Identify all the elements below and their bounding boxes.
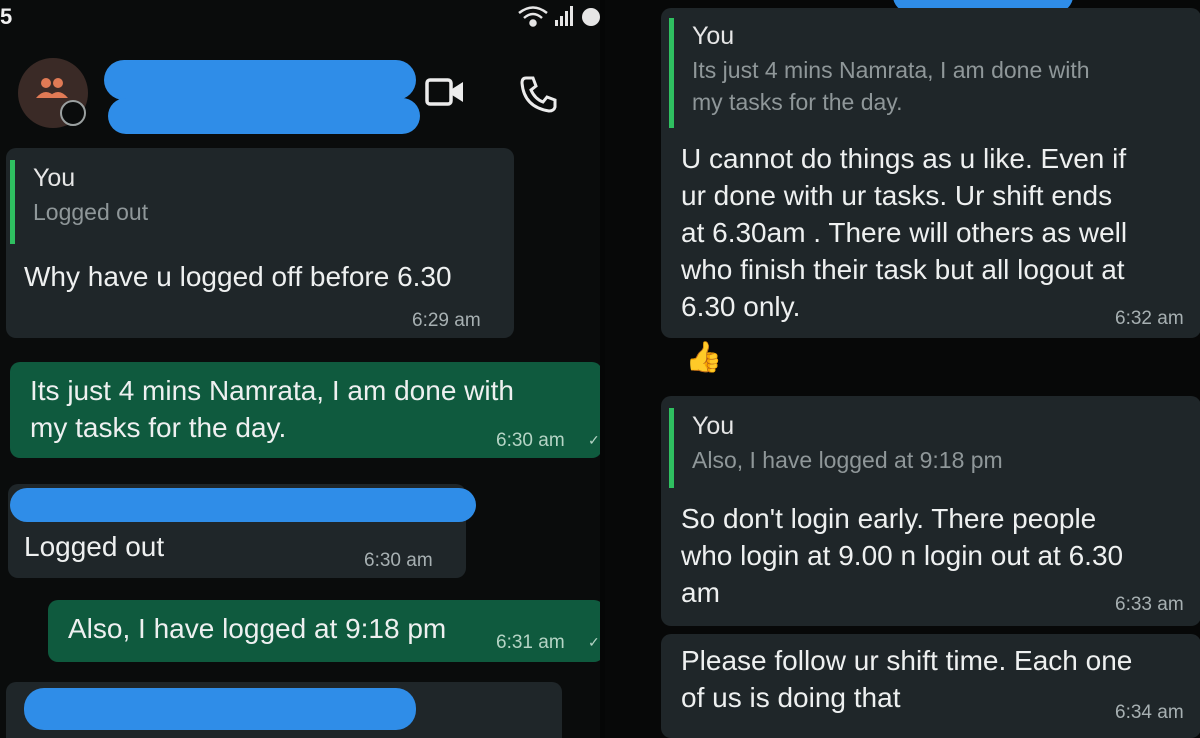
message-time: 6:33 am xyxy=(1115,594,1184,615)
message-bubble[interactable]: You Its just 4 mins Namrata, I am done w… xyxy=(661,8,1200,338)
message-text: Please follow ur shift time. Each one of… xyxy=(681,645,1133,713)
message-text: Logged out xyxy=(24,531,165,562)
group-avatar-icon xyxy=(36,78,68,98)
read-receipt-icon: ✓ xyxy=(588,634,600,650)
quote-text: Logged out xyxy=(33,199,149,225)
message-text: U cannot do things as u like. Even if ur… xyxy=(681,143,1128,322)
message-bubble[interactable]: You Logged out Why have u logged off bef… xyxy=(6,148,514,338)
message-time: 6:31 am xyxy=(496,632,565,653)
message-bubble[interactable]: Also, I have logged at 9:18 pm 6:31 am ✓ xyxy=(48,600,604,662)
quote-author: You xyxy=(692,412,735,440)
quote-author: You xyxy=(33,164,76,192)
message-time: 6:32 am xyxy=(1115,308,1184,329)
status-time: 5 xyxy=(0,4,13,29)
message-text: So don't login early. There people who l… xyxy=(681,503,1124,608)
quote-author: You xyxy=(692,22,735,50)
redacted-sender xyxy=(10,488,476,522)
message-bubble[interactable]: You Also, I have logged at 9:18 pm So do… xyxy=(661,396,1200,626)
right-chat-screenshot: You Its just 4 mins Namrata, I am done w… xyxy=(605,0,1200,738)
message-bubble[interactable]: Please follow ur shift time. Each one of… xyxy=(661,634,1200,738)
battery-icon xyxy=(582,8,600,26)
voice-call-icon[interactable] xyxy=(518,74,558,114)
message-text: Why have u logged off before 6.30 xyxy=(24,261,452,292)
wifi-icon xyxy=(518,6,548,27)
message-time: 6:29 am xyxy=(412,310,481,331)
redacted-name xyxy=(108,98,420,134)
quote-text: Its just 4 mins Namrata, I am done with … xyxy=(692,57,1090,115)
community-badge-icon xyxy=(60,100,86,126)
quoted-reply[interactable]: You Its just 4 mins Namrata, I am done w… xyxy=(669,18,1189,128)
message-text: Also, I have logged at 9:18 pm xyxy=(68,613,447,644)
message-time: 6:34 am xyxy=(1115,702,1184,723)
message-text: Its just 4 mins Namrata, I am done with … xyxy=(30,375,514,443)
video-call-icon[interactable] xyxy=(424,76,466,108)
message-time: 6:30 am xyxy=(496,430,565,451)
redacted-name xyxy=(104,60,416,100)
redacted-sender xyxy=(24,688,416,730)
status-icons xyxy=(518,6,600,27)
signal-icon xyxy=(555,6,573,26)
message-bubble[interactable]: Its just 4 mins Namrata, I am done with … xyxy=(10,362,602,458)
left-chat-screenshot: 5 Z You Logged out Why have u logged off… xyxy=(0,0,605,738)
message-time: 6:30 am xyxy=(364,550,433,571)
quote-text: Also, I have logged at 9:18 pm xyxy=(692,447,1003,473)
reaction-emoji[interactable]: 👍 xyxy=(685,340,722,375)
quoted-reply[interactable]: You Logged out xyxy=(10,160,480,244)
quoted-reply[interactable]: You Also, I have logged at 9:18 pm xyxy=(669,408,1189,488)
read-receipt-icon: ✓ xyxy=(588,432,600,448)
